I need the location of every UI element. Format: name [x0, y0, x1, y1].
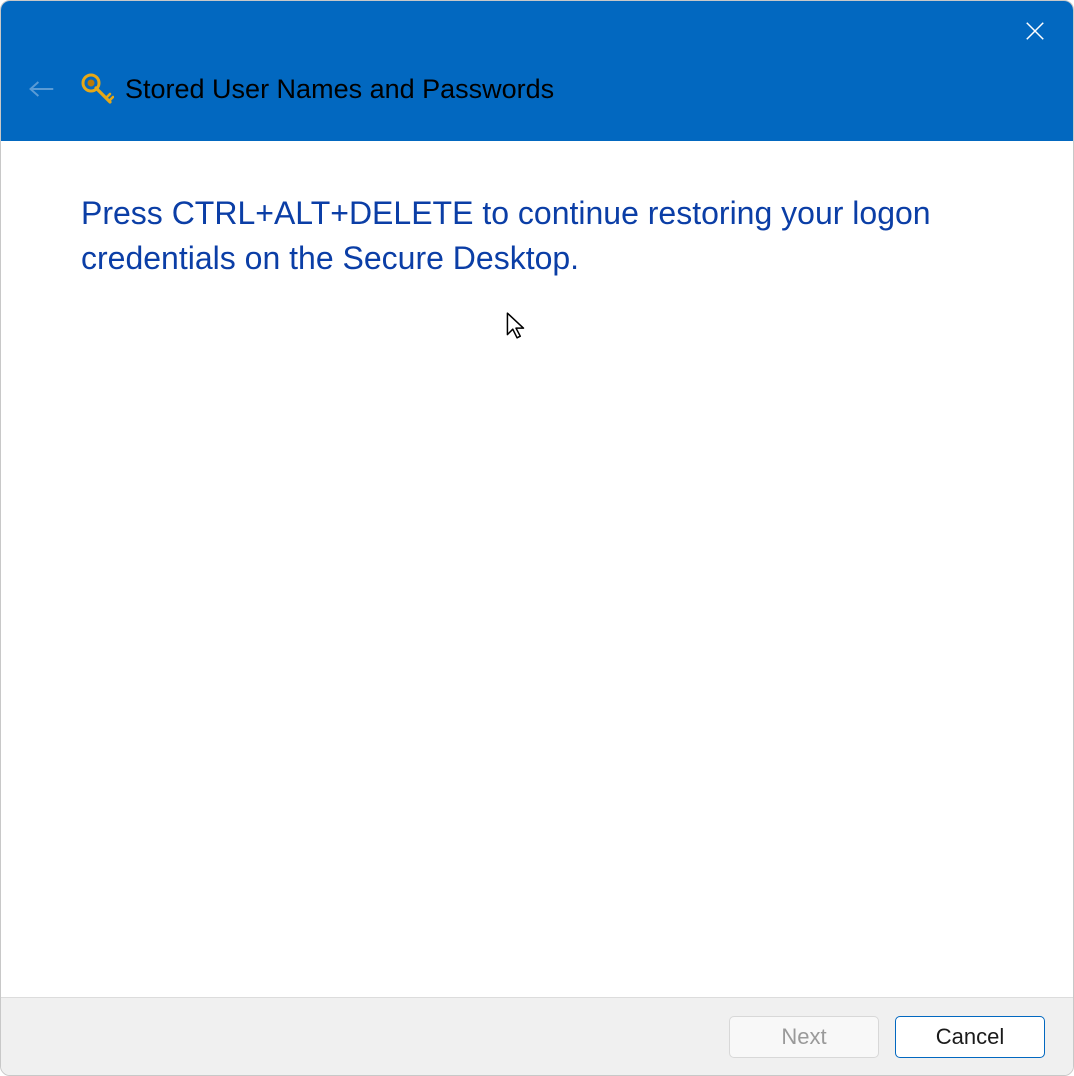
next-button: Next [729, 1016, 879, 1058]
header-main-row: Stored User Names and Passwords [1, 59, 1073, 119]
dialog-title: Stored User Names and Passwords [125, 74, 554, 105]
cursor-icon [504, 311, 528, 341]
dialog-header: Stored User Names and Passwords [1, 1, 1073, 141]
cancel-button[interactable]: Cancel [895, 1016, 1045, 1058]
key-icon [79, 71, 115, 107]
instruction-text: Press CTRL+ALT+DELETE to continue restor… [81, 191, 993, 281]
back-button[interactable] [21, 69, 61, 109]
dialog-footer: Next Cancel [1, 997, 1073, 1075]
back-arrow-icon [27, 79, 55, 99]
dialog-window: Stored User Names and Passwords Press CT… [0, 0, 1074, 1076]
close-icon [1024, 20, 1046, 42]
titlebar [1, 1, 1073, 59]
close-button[interactable] [1005, 9, 1065, 53]
dialog-content: Press CTRL+ALT+DELETE to continue restor… [1, 141, 1073, 997]
